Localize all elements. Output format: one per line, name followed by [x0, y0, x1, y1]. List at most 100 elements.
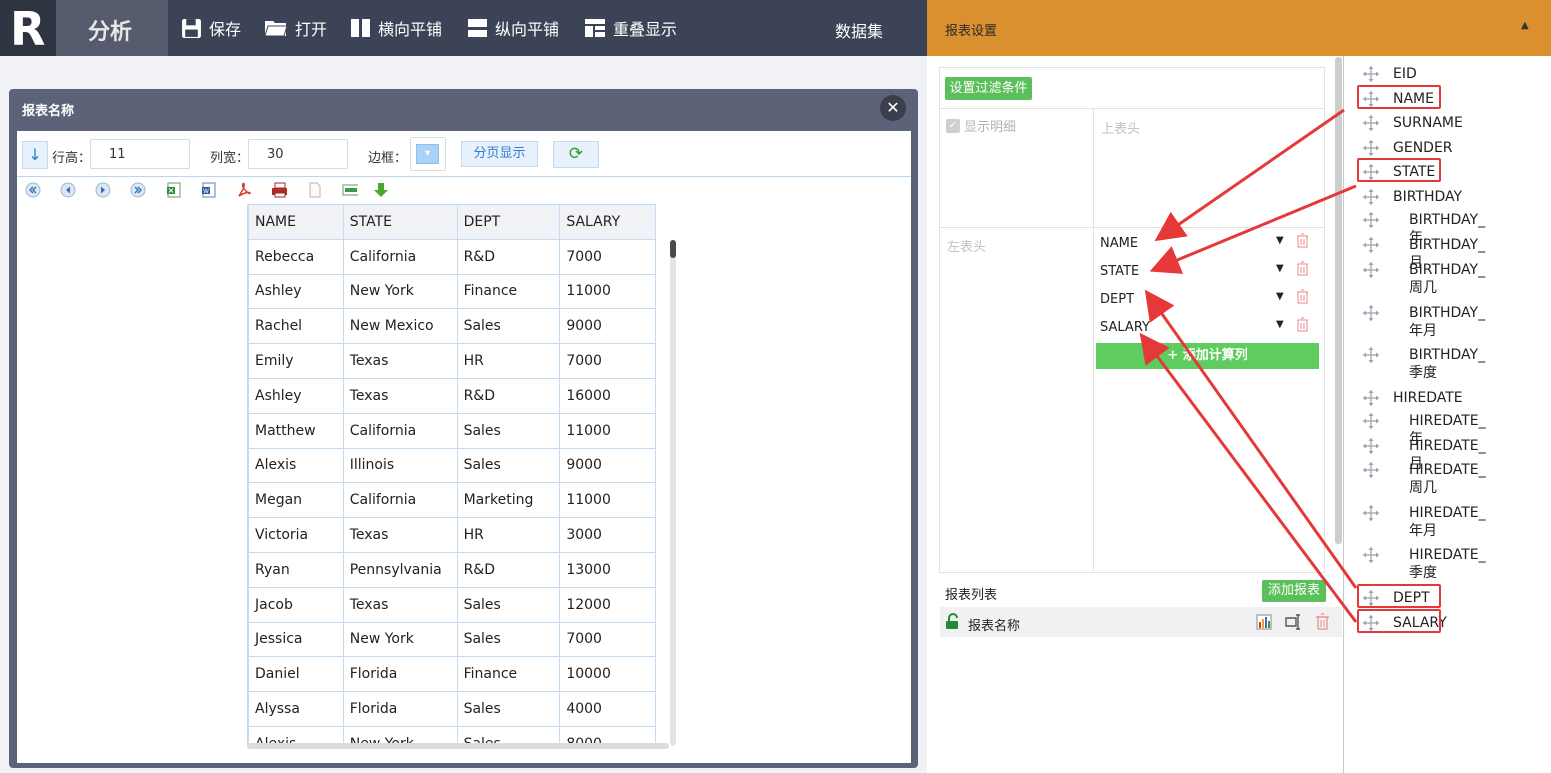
left-header-field[interactable]: NAME ▼: [1096, 233, 1316, 255]
col-width-label: 列宽：: [210, 151, 250, 166]
csv-icon[interactable]: [342, 182, 358, 198]
add-report-button[interactable]: 添加报表: [1262, 580, 1326, 602]
tree-field-item[interactable]: BIRTHDAY_月: [1362, 236, 1499, 271]
print-icon[interactable]: [271, 182, 287, 198]
caret-down-icon[interactable]: ▼: [1276, 235, 1284, 246]
rename-icon[interactable]: [1285, 614, 1301, 630]
sort-arrow-icon[interactable]: ↓: [22, 141, 48, 169]
table-row[interactable]: Alyssa Florida Sales 4000: [248, 691, 656, 727]
next-page-icon[interactable]: [95, 182, 111, 198]
table-row[interactable]: Ryan Pennsylvania R&D 13000: [248, 551, 656, 588]
caret-down-icon[interactable]: ▼: [1276, 263, 1284, 274]
tree-field-item[interactable]: EID: [1362, 64, 1417, 84]
trash-icon[interactable]: [1296, 289, 1309, 304]
tree-field-item[interactable]: HIREDATE_年月: [1362, 504, 1499, 539]
tree-field-item[interactable]: BIRTHDAY_年月: [1362, 304, 1499, 339]
tree-field-item[interactable]: HIREDATE_周几: [1362, 461, 1499, 496]
table-row[interactable]: Rebecca California R&D 7000: [248, 238, 656, 275]
table-row[interactable]: Jacob Texas Sales 12000: [248, 586, 656, 623]
border-select[interactable]: ▾: [410, 137, 446, 171]
trash-icon[interactable]: [1296, 261, 1309, 276]
table-horizontal-scrollbar[interactable]: [247, 743, 669, 749]
move-icon[interactable]: [1362, 437, 1387, 455]
refresh-icon[interactable]: ⟳: [553, 141, 599, 168]
download-icon[interactable]: [373, 182, 389, 198]
tree-field-item[interactable]: BIRTHDAY_年: [1362, 211, 1499, 246]
move-icon[interactable]: [1362, 114, 1387, 132]
move-icon[interactable]: [1362, 412, 1387, 430]
move-icon[interactable]: [1362, 304, 1387, 322]
left-header-field[interactable]: SALARY ▼: [1096, 317, 1316, 339]
table-row[interactable]: Ashley Texas R&D 16000: [248, 377, 656, 414]
trash-icon[interactable]: [1315, 613, 1330, 630]
tree-field-item[interactable]: HIREDATE: [1362, 388, 1463, 408]
move-icon[interactable]: [1362, 261, 1387, 279]
tree-field-label: BIRTHDAY: [1393, 189, 1463, 205]
table-row[interactable]: Ashley New York Finance 11000: [248, 273, 656, 310]
move-icon[interactable]: [1362, 504, 1387, 522]
save-button[interactable]: 保存: [181, 14, 241, 42]
tree-field-item[interactable]: GENDER: [1362, 138, 1453, 158]
move-icon[interactable]: [1362, 236, 1387, 254]
show-detail-checkbox[interactable]: ✓ 显示明细: [946, 116, 1016, 135]
trash-icon[interactable]: [1296, 317, 1309, 332]
tree-field-item[interactable]: HIREDATE_季度: [1362, 546, 1499, 581]
tile-horizontal-button[interactable]: 横向平铺: [350, 14, 442, 42]
table-row[interactable]: Jessica New York Sales 7000: [248, 621, 656, 658]
last-page-icon[interactable]: [130, 182, 146, 198]
set-filter-button[interactable]: 设置过滤条件: [945, 77, 1032, 100]
word-icon[interactable]: W: [201, 182, 217, 198]
overlay-button[interactable]: 重叠显示: [584, 14, 677, 42]
table-row[interactable]: Rachel New Mexico Sales 9000: [248, 308, 656, 345]
move-icon[interactable]: [1362, 346, 1387, 364]
trash-icon[interactable]: [1296, 233, 1309, 248]
move-icon[interactable]: [1362, 65, 1387, 83]
move-icon[interactable]: [1362, 461, 1387, 479]
col-width-input[interactable]: 30: [248, 139, 348, 169]
table-row[interactable]: Megan California Marketing 11000: [248, 482, 656, 519]
left-header-field[interactable]: DEPT ▼: [1096, 289, 1316, 311]
text-icon[interactable]: [307, 182, 323, 198]
table-row[interactable]: Matthew California Sales 11000: [248, 412, 656, 449]
excel-icon[interactable]: [166, 182, 182, 198]
tree-field-item[interactable]: BIRTHDAY: [1362, 187, 1462, 207]
dataset-button[interactable]: 数据集: [835, 18, 883, 42]
collapse-icon[interactable]: ▲: [1521, 20, 1529, 31]
column-header[interactable]: STATE: [342, 204, 458, 240]
tree-field-item[interactable]: SURNAME: [1362, 113, 1463, 133]
settings-scrollbar[interactable]: [1335, 57, 1342, 544]
bar-chart-icon[interactable]: [1256, 614, 1272, 630]
paged-display-button[interactable]: 分页显示: [461, 141, 538, 167]
column-header[interactable]: NAME: [248, 204, 344, 240]
prev-page-icon[interactable]: [60, 182, 76, 198]
open-button[interactable]: 打开: [264, 14, 327, 42]
move-icon[interactable]: [1362, 139, 1387, 157]
unlock-icon[interactable]: [945, 613, 961, 630]
caret-down-icon[interactable]: ▼: [1276, 291, 1284, 302]
column-header[interactable]: SALARY: [559, 204, 656, 240]
report-list-item[interactable]: 报表名称: [940, 607, 1342, 637]
move-icon[interactable]: [1362, 389, 1387, 407]
move-icon[interactable]: [1362, 546, 1387, 564]
table-row[interactable]: Daniel Florida Finance 10000: [248, 656, 656, 693]
first-page-icon[interactable]: [25, 182, 41, 198]
table-scroll-thumb[interactable]: [670, 240, 676, 258]
tile-vertical-button[interactable]: 纵向平铺: [467, 14, 559, 42]
tree-field-item[interactable]: HIREDATE_年: [1362, 412, 1499, 447]
tree-field-item[interactable]: BIRTHDAY_季度: [1362, 346, 1499, 381]
move-icon[interactable]: [1362, 188, 1387, 206]
left-header-field[interactable]: STATE ▼: [1096, 261, 1316, 283]
add-calculated-column-button[interactable]: + 添加计算列: [1096, 343, 1319, 369]
tree-field-item[interactable]: HIREDATE_月: [1362, 437, 1499, 472]
close-icon[interactable]: ✕: [880, 95, 906, 121]
tree-field-item[interactable]: BIRTHDAY_周几: [1362, 261, 1499, 296]
table-row[interactable]: Victoria Texas HR 3000: [248, 517, 656, 553]
row-height-input[interactable]: 11: [90, 139, 190, 169]
table-vertical-scrollbar[interactable]: [670, 240, 676, 746]
pdf-icon[interactable]: [236, 182, 252, 198]
column-header[interactable]: DEPT: [456, 204, 561, 240]
caret-down-icon[interactable]: ▼: [1276, 319, 1284, 330]
move-icon[interactable]: [1362, 211, 1387, 229]
table-row[interactable]: Emily Texas HR 7000: [248, 343, 656, 379]
table-row[interactable]: Alexis Illinois Sales 9000: [248, 447, 656, 484]
